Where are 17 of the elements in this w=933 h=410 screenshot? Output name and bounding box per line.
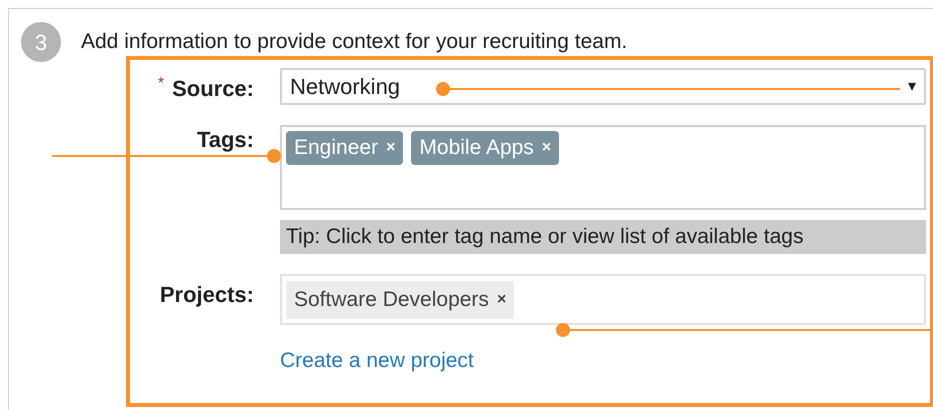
field-label: Tags: (196, 126, 254, 154)
create-project-link[interactable]: Create a new project (280, 349, 474, 372)
tag-label: Engineer (294, 135, 378, 162)
tag-label: Software Developers (294, 286, 489, 313)
tip-text: Tip: Click to enter tag name or view list of available tags (280, 220, 926, 254)
remove-button[interactable]: × (386, 136, 396, 160)
source-select[interactable]: Networking ▾ (280, 68, 926, 105)
projects-field[interactable]: Software Developers × (280, 274, 926, 325)
tags-field[interactable]: Engineer × Mobile Apps × (280, 125, 926, 210)
step-heading: Add information to provide context for your recruiting team. (81, 29, 628, 56)
required-mark: * (158, 74, 164, 94)
remove-button[interactable]: × (542, 136, 552, 160)
field-label: Projects: (160, 281, 254, 309)
tag-label: Mobile Apps (419, 135, 534, 162)
step-number: 3 (21, 22, 61, 62)
remove-button[interactable]: × (496, 288, 506, 312)
field-label: Source: (172, 75, 254, 103)
